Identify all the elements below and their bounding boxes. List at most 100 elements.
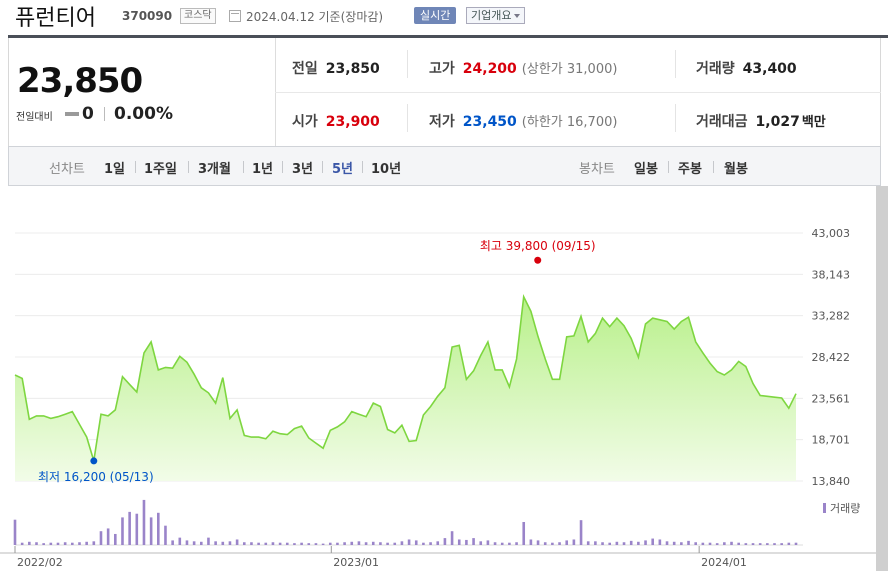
volume-bar: [300, 542, 303, 545]
volume-bar: [178, 537, 182, 545]
price-summary: 23,850 전일대비 0 0.00% 전일 23,850 고가 24,200 (상한…: [8, 38, 881, 146]
volume-bar: [443, 538, 447, 545]
volume-bar: [35, 542, 38, 545]
volume-bar: [651, 538, 654, 545]
tab-separator: [713, 161, 714, 173]
tab-1d[interactable]: 1일: [104, 158, 125, 177]
tab-weekly-candle[interactable]: 주봉: [678, 158, 702, 177]
volume-bar: [479, 541, 483, 545]
tab-1y[interactable]: 1년: [252, 158, 273, 177]
tab-separator: [188, 161, 189, 173]
volume-bar: [85, 541, 88, 545]
volume-bar: [285, 542, 289, 545]
volume-bar: [106, 528, 110, 545]
volume-bar: [536, 540, 540, 545]
volume-bar: [522, 522, 526, 545]
tab-5y[interactable]: 5년: [332, 158, 353, 177]
volume-bar: [586, 541, 590, 545]
volume-bar: [773, 543, 776, 545]
line-chart-label: 선차트: [49, 162, 85, 177]
max-marker: [534, 256, 542, 264]
volume-bar: [708, 542, 712, 545]
tab-separator: [668, 161, 669, 173]
open-value: 23,900: [325, 114, 380, 130]
volume-bar: [737, 542, 740, 545]
volume-bar: [465, 539, 468, 545]
volume-bar: [500, 542, 504, 545]
volume-bar: [407, 539, 411, 545]
tab-separator: [322, 161, 323, 173]
volume-bar: [493, 542, 497, 545]
stock-header: 퓨런티어 370090 코스닥 2024.04.12 기준(장마감) 실시간 기…: [0, 0, 888, 38]
volume-bar: [672, 541, 676, 545]
flat-icon: [65, 112, 79, 116]
volume-bar: [28, 541, 31, 545]
change-separator: [104, 107, 105, 121]
volume-bar: [393, 542, 397, 545]
market-badge: 코스닥: [180, 8, 216, 24]
col-divider: [407, 104, 408, 132]
volume-bar: [328, 542, 332, 545]
y-tick-label: 23,561: [812, 392, 851, 405]
volume-bar: [629, 540, 633, 545]
volume-bar: [687, 540, 690, 545]
volume-bar: [357, 541, 361, 545]
volume-bar: [192, 541, 196, 545]
volume-bar: [787, 542, 791, 545]
volume-bar: [321, 543, 325, 545]
volume-bar: [20, 542, 24, 545]
volume-bar: [228, 541, 232, 545]
volume-bar: [644, 540, 647, 545]
tab-10y[interactable]: 10년: [371, 158, 401, 177]
tab-monthly-candle[interactable]: 월봉: [724, 158, 748, 177]
volume-bar: [766, 543, 769, 545]
volume-bar: [264, 542, 268, 545]
volume-label: 거래량: [696, 61, 735, 77]
volume-bar: [271, 542, 275, 545]
volume-bar: [751, 543, 755, 545]
candle-chart-label: 봉차트: [579, 162, 615, 177]
realtime-button[interactable]: 실시간: [414, 7, 457, 24]
volume-bar: [42, 543, 45, 545]
trade-value: 1,027: [755, 114, 800, 130]
col-divider: [407, 50, 408, 78]
tab-daily-candle[interactable]: 일봉: [634, 158, 658, 177]
volume-value: 43,400: [742, 61, 797, 77]
low-value: 23,450: [462, 114, 517, 130]
volume-bar: [637, 541, 640, 545]
prev-close-value: 23,850: [325, 61, 380, 77]
volume-bar: [565, 540, 569, 545]
high-field: 고가 24,200 (상한가 31,000): [429, 58, 617, 78]
tab-3m[interactable]: 3개월: [198, 158, 231, 177]
volume-bar: [558, 542, 561, 545]
volume-bar: [386, 542, 389, 545]
volume-bar: [71, 542, 74, 545]
stock-code: 370090: [122, 9, 173, 23]
volume-bar: [723, 542, 726, 545]
volume-bar: [99, 531, 103, 545]
volume-bar: [242, 542, 246, 545]
price-chart: 43,003 38,143 33,282 28,422 23,561 18,701 13,8…: [0, 186, 888, 571]
volume-bar: [56, 542, 60, 545]
volume-bar: [49, 542, 53, 545]
company-overview-dropdown[interactable]: 기업개요: [466, 7, 526, 24]
volume-bar: [400, 541, 404, 545]
volume-bar: [486, 540, 490, 545]
min-annotation: 최저 16,200 (05/13): [38, 470, 154, 484]
volume-bar: [414, 540, 418, 545]
max-annotation: 최고 39,800 (09/15): [480, 239, 596, 253]
volume-bar: [92, 541, 96, 545]
volume-bar: [128, 511, 131, 545]
volume-bar: [214, 541, 217, 545]
tab-1w[interactable]: 1주일: [144, 158, 177, 177]
volume-bar: [715, 543, 719, 545]
volume-bar: [63, 542, 67, 545]
volume-bar: [235, 539, 239, 545]
volume-bar: [436, 541, 440, 545]
volume-bar: [551, 542, 554, 545]
high-value: 24,200: [462, 61, 517, 77]
volume-bar: [164, 525, 167, 545]
x-tick-label: 2024/01: [701, 556, 747, 569]
volume-bar: [135, 513, 139, 545]
tab-3y[interactable]: 3년: [292, 158, 313, 177]
